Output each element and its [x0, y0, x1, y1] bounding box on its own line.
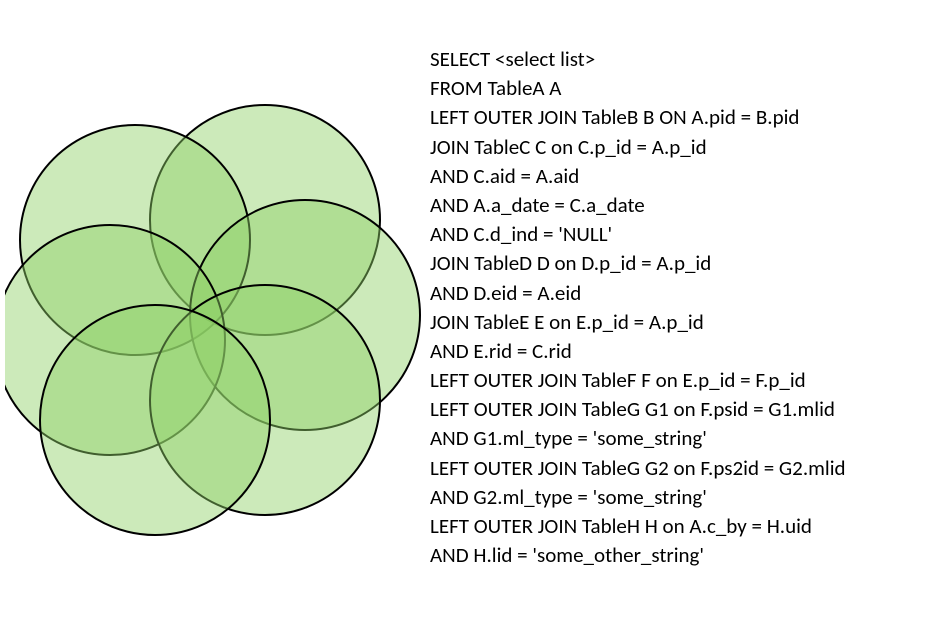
sql-line: AND C.d_ind = 'NULL': [430, 220, 846, 249]
sql-line: JOIN TableE E on E.p_id = A.p_id: [430, 308, 846, 337]
sql-line: FROM TableA A: [430, 74, 846, 103]
sql-line: LEFT OUTER JOIN TableF F on E.p_id = F.p…: [430, 366, 846, 395]
sql-line: LEFT OUTER JOIN TableB B ON A.pid = B.pi…: [430, 103, 846, 132]
venn-circle: [40, 305, 270, 535]
sql-line: AND G1.ml_type = 'some_string': [430, 424, 846, 453]
venn-diagram: [5, 90, 425, 560]
sql-line: AND A.a_date = C.a_date: [430, 191, 846, 220]
venn-diagram-area: [0, 0, 420, 640]
sql-line: JOIN TableD D on D.p_id = A.p_id: [430, 249, 846, 278]
sql-line: LEFT OUTER JOIN TableG G2 on F.ps2id = G…: [430, 454, 846, 483]
sql-line: AND H.lid = 'some_other_string': [430, 541, 846, 570]
sql-line: LEFT OUTER JOIN TableG G1 on F.psid = G1…: [430, 395, 846, 424]
sql-line: AND E.rid = C.rid: [430, 337, 846, 366]
sql-line: JOIN TableC C on C.p_id = A.p_id: [430, 133, 846, 162]
diagram-container: SELECT <select list> FROM TableA A LEFT …: [0, 0, 941, 640]
sql-line: AND D.eid = A.eid: [430, 279, 846, 308]
sql-line: SELECT <select list>: [430, 45, 846, 74]
sql-line: AND G2.ml_type = 'some_string': [430, 483, 846, 512]
sql-code-area: SELECT <select list> FROM TableA A LEFT …: [420, 0, 846, 640]
sql-line: LEFT OUTER JOIN TableH H on A.c_by = H.u…: [430, 512, 846, 541]
sql-line: AND C.aid = A.aid: [430, 162, 846, 191]
